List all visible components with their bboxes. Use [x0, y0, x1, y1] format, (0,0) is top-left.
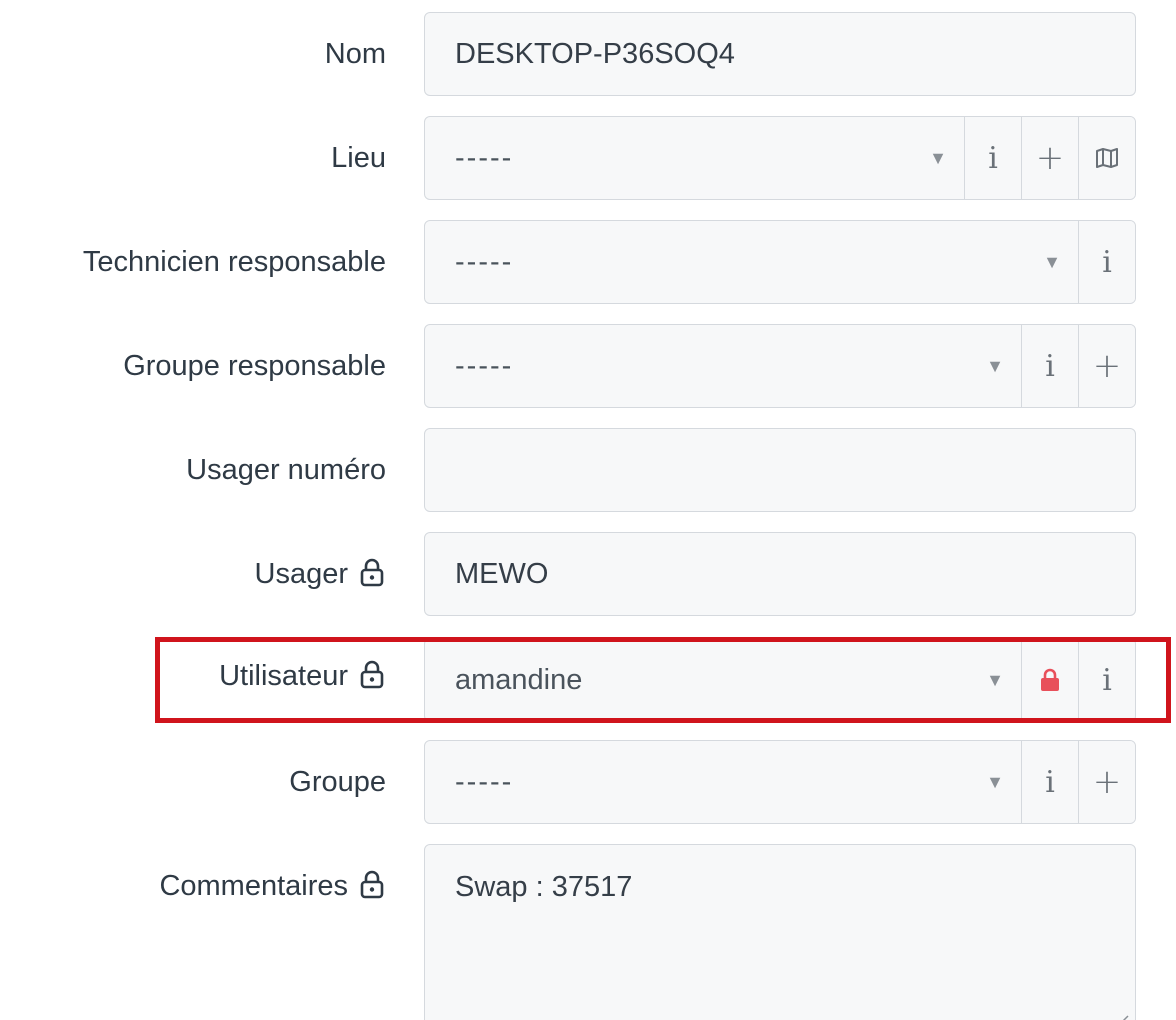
groupe-responsable-select[interactable]: ----- ▼ i + [424, 324, 1136, 408]
lieu-add-button[interactable]: + [1021, 117, 1078, 199]
usager-label-text: Usager [254, 557, 349, 590]
nom-input[interactable]: DESKTOP-P36SOQ4 [424, 12, 1136, 96]
lieu-map-button[interactable] [1078, 117, 1135, 199]
usager-value: MEWO [455, 557, 549, 590]
item-form: Nom DESKTOP-P36SOQ4 Lieu ----- ▼ i + Tec… [0, 0, 1176, 1020]
groupe-value: ----- [455, 765, 514, 798]
lock-icon[interactable] [358, 659, 386, 689]
technicien-value: ----- [455, 245, 514, 278]
lieu-label: Lieu [331, 116, 386, 200]
utilisateur-lock-button[interactable] [1021, 639, 1078, 721]
usager-numero-value [425, 429, 1135, 511]
groupe-responsable-value: ----- [455, 349, 514, 382]
row-technicien: Technicien responsable ----- ▼ i [0, 220, 1176, 304]
technicien-label: Technicien responsable [83, 220, 386, 304]
row-usager: Usager MEWO [0, 532, 1176, 616]
utilisateur-value: amandine [455, 663, 583, 696]
usager-numero-input[interactable] [424, 428, 1136, 512]
commentaires-textarea[interactable]: Swap : 37517 [424, 844, 1136, 1020]
caret-down-icon[interactable]: ▼ [975, 741, 1021, 823]
nom-label-text: Nom [324, 37, 386, 70]
utilisateur-label-text: Utilisateur [219, 659, 348, 692]
caret-down-icon[interactable]: ▼ [918, 117, 964, 199]
row-groupe-responsable: Groupe responsable ----- ▼ i + [0, 324, 1176, 408]
usager-input[interactable]: MEWO [424, 532, 1136, 616]
usager-label: Usager [255, 532, 387, 616]
lieu-select[interactable]: ----- ▼ i + [424, 116, 1136, 200]
technicien-info-button[interactable]: i [1078, 221, 1135, 303]
groupe-responsable-add-button[interactable]: + [1078, 325, 1135, 407]
groupe-responsable-label: Groupe responsable [123, 324, 386, 408]
row-nom: Nom DESKTOP-P36SOQ4 [0, 12, 1176, 96]
lieu-info-button[interactable]: i [964, 117, 1021, 199]
groupe-label-text: Groupe [289, 765, 386, 798]
commentaires-label-text: Commentaires [159, 869, 348, 902]
groupe-label: Groupe [289, 740, 386, 824]
technicien-label-text: Technicien responsable [82, 245, 386, 278]
lieu-value: ----- [455, 141, 514, 174]
groupe-select[interactable]: ----- ▼ i + [424, 740, 1136, 824]
utilisateur-info-button[interactable]: i [1078, 639, 1135, 721]
commentaires-value: Swap : 37517 [455, 871, 633, 903]
row-utilisateur: Utilisateur amandine ▼ i [0, 638, 1176, 722]
nom-value: DESKTOP-P36SOQ4 [455, 37, 735, 70]
utilisateur-label: Utilisateur [219, 634, 386, 718]
caret-down-icon[interactable]: ▼ [975, 639, 1021, 721]
nom-label: Nom [325, 12, 386, 96]
lieu-label-text: Lieu [331, 141, 386, 174]
caret-down-icon[interactable]: ▼ [1032, 221, 1078, 303]
lock-red-icon [1041, 668, 1059, 691]
resize-handle-icon[interactable] [1115, 1013, 1129, 1020]
groupe-info-button[interactable]: i [1021, 741, 1078, 823]
utilisateur-select[interactable]: amandine ▼ i [424, 638, 1136, 722]
commentaires-label: Commentaires [159, 844, 386, 928]
row-commentaires: Commentaires Swap : 37517 [0, 844, 1176, 1020]
map-icon [1096, 148, 1118, 168]
usager-numero-label-text: Usager numéro [186, 453, 386, 486]
groupe-responsable-label-text: Groupe responsable [123, 349, 386, 382]
technicien-select[interactable]: ----- ▼ i [424, 220, 1136, 304]
lock-icon[interactable] [358, 869, 386, 899]
lock-icon[interactable] [358, 557, 386, 587]
caret-down-icon[interactable]: ▼ [975, 325, 1021, 407]
groupe-add-button[interactable]: + [1078, 741, 1135, 823]
groupe-responsable-info-button[interactable]: i [1021, 325, 1078, 407]
row-lieu: Lieu ----- ▼ i + [0, 116, 1176, 200]
usager-numero-label: Usager numéro [186, 428, 386, 512]
row-usager-numero: Usager numéro [0, 428, 1176, 512]
row-groupe: Groupe ----- ▼ i + [0, 740, 1176, 824]
